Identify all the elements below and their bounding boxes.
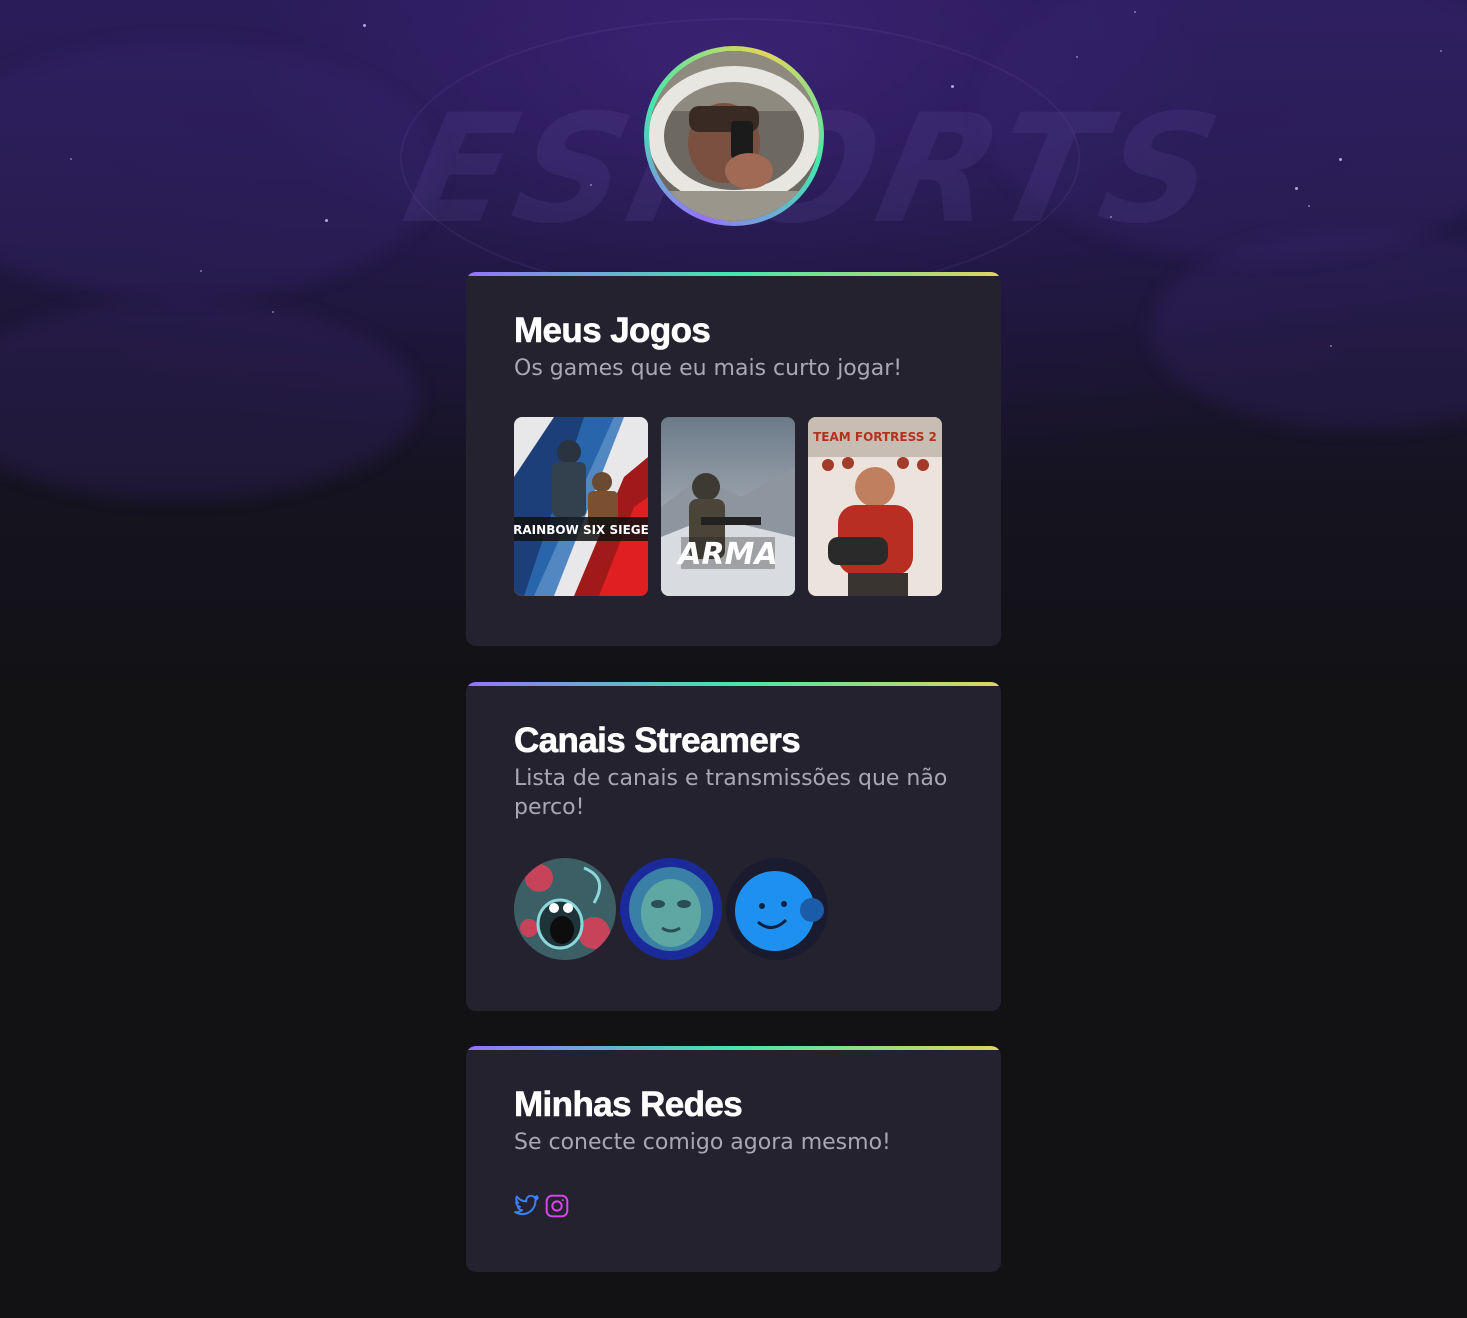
- games-list: RAINBOW SIX SIEGE ARMA TEAM FORTRESS 2: [514, 417, 953, 596]
- arma-3-cover-icon: ARMA: [661, 417, 795, 596]
- bg-wave: [0, 300, 420, 500]
- instagram-icon[interactable]: [544, 1193, 570, 1219]
- streamer-avatar-monster-icon: [514, 858, 616, 960]
- games-card: Meus Jogos Os games que eu mais curto jo…: [466, 272, 1001, 646]
- rainbow-six-siege-cover-icon: RAINBOW SIX SIEGE: [514, 417, 648, 596]
- games-title: Meus Jogos: [514, 311, 711, 351]
- profile-photo-icon: [649, 51, 819, 221]
- social-subtitle: Se conecte comigo agora mesmo!: [514, 1130, 891, 1155]
- game-label-tf2: TEAM FORTRESS 2: [813, 430, 937, 444]
- game-cover-rainbow-six-siege[interactable]: RAINBOW SIX SIEGE: [514, 417, 648, 596]
- streamers-title: Canais Streamers: [514, 721, 801, 761]
- bg-wave: [1150, 230, 1467, 430]
- game-cover-arma[interactable]: ARMA: [661, 417, 795, 596]
- streamers-card: Canais Streamers Lista de canais e trans…: [466, 682, 1001, 1011]
- streamers-subtitle: Lista de canais e transmissões que não p…: [514, 766, 948, 820]
- twitter-icon[interactable]: [514, 1193, 540, 1219]
- social-title: Minhas Redes: [514, 1085, 743, 1125]
- game-label-arma: ARMA: [676, 537, 777, 572]
- profile-avatar[interactable]: [649, 51, 819, 221]
- social-card: Minhas Redes Se conecte comigo agora mes…: [466, 1046, 1001, 1272]
- social-links: [514, 1193, 953, 1219]
- profile-avatar-ring: [644, 46, 824, 226]
- streamer-avatar-face-icon: [620, 858, 722, 960]
- streamer-avatar[interactable]: [726, 858, 828, 960]
- game-cover-team-fortress-2[interactable]: TEAM FORTRESS 2: [808, 417, 942, 596]
- game-label-r6: RAINBOW SIX SIEGE: [514, 523, 648, 537]
- streamers-list: [514, 858, 953, 960]
- team-fortress-2-cover-icon: TEAM FORTRESS 2: [808, 417, 942, 596]
- streamer-avatar[interactable]: [620, 858, 722, 960]
- bg-wave: [0, 40, 440, 300]
- streamer-avatar[interactable]: [514, 858, 616, 960]
- games-subtitle: Os games que eu mais curto jogar!: [514, 356, 903, 381]
- streamer-avatar-smiley-icon: [726, 858, 828, 960]
